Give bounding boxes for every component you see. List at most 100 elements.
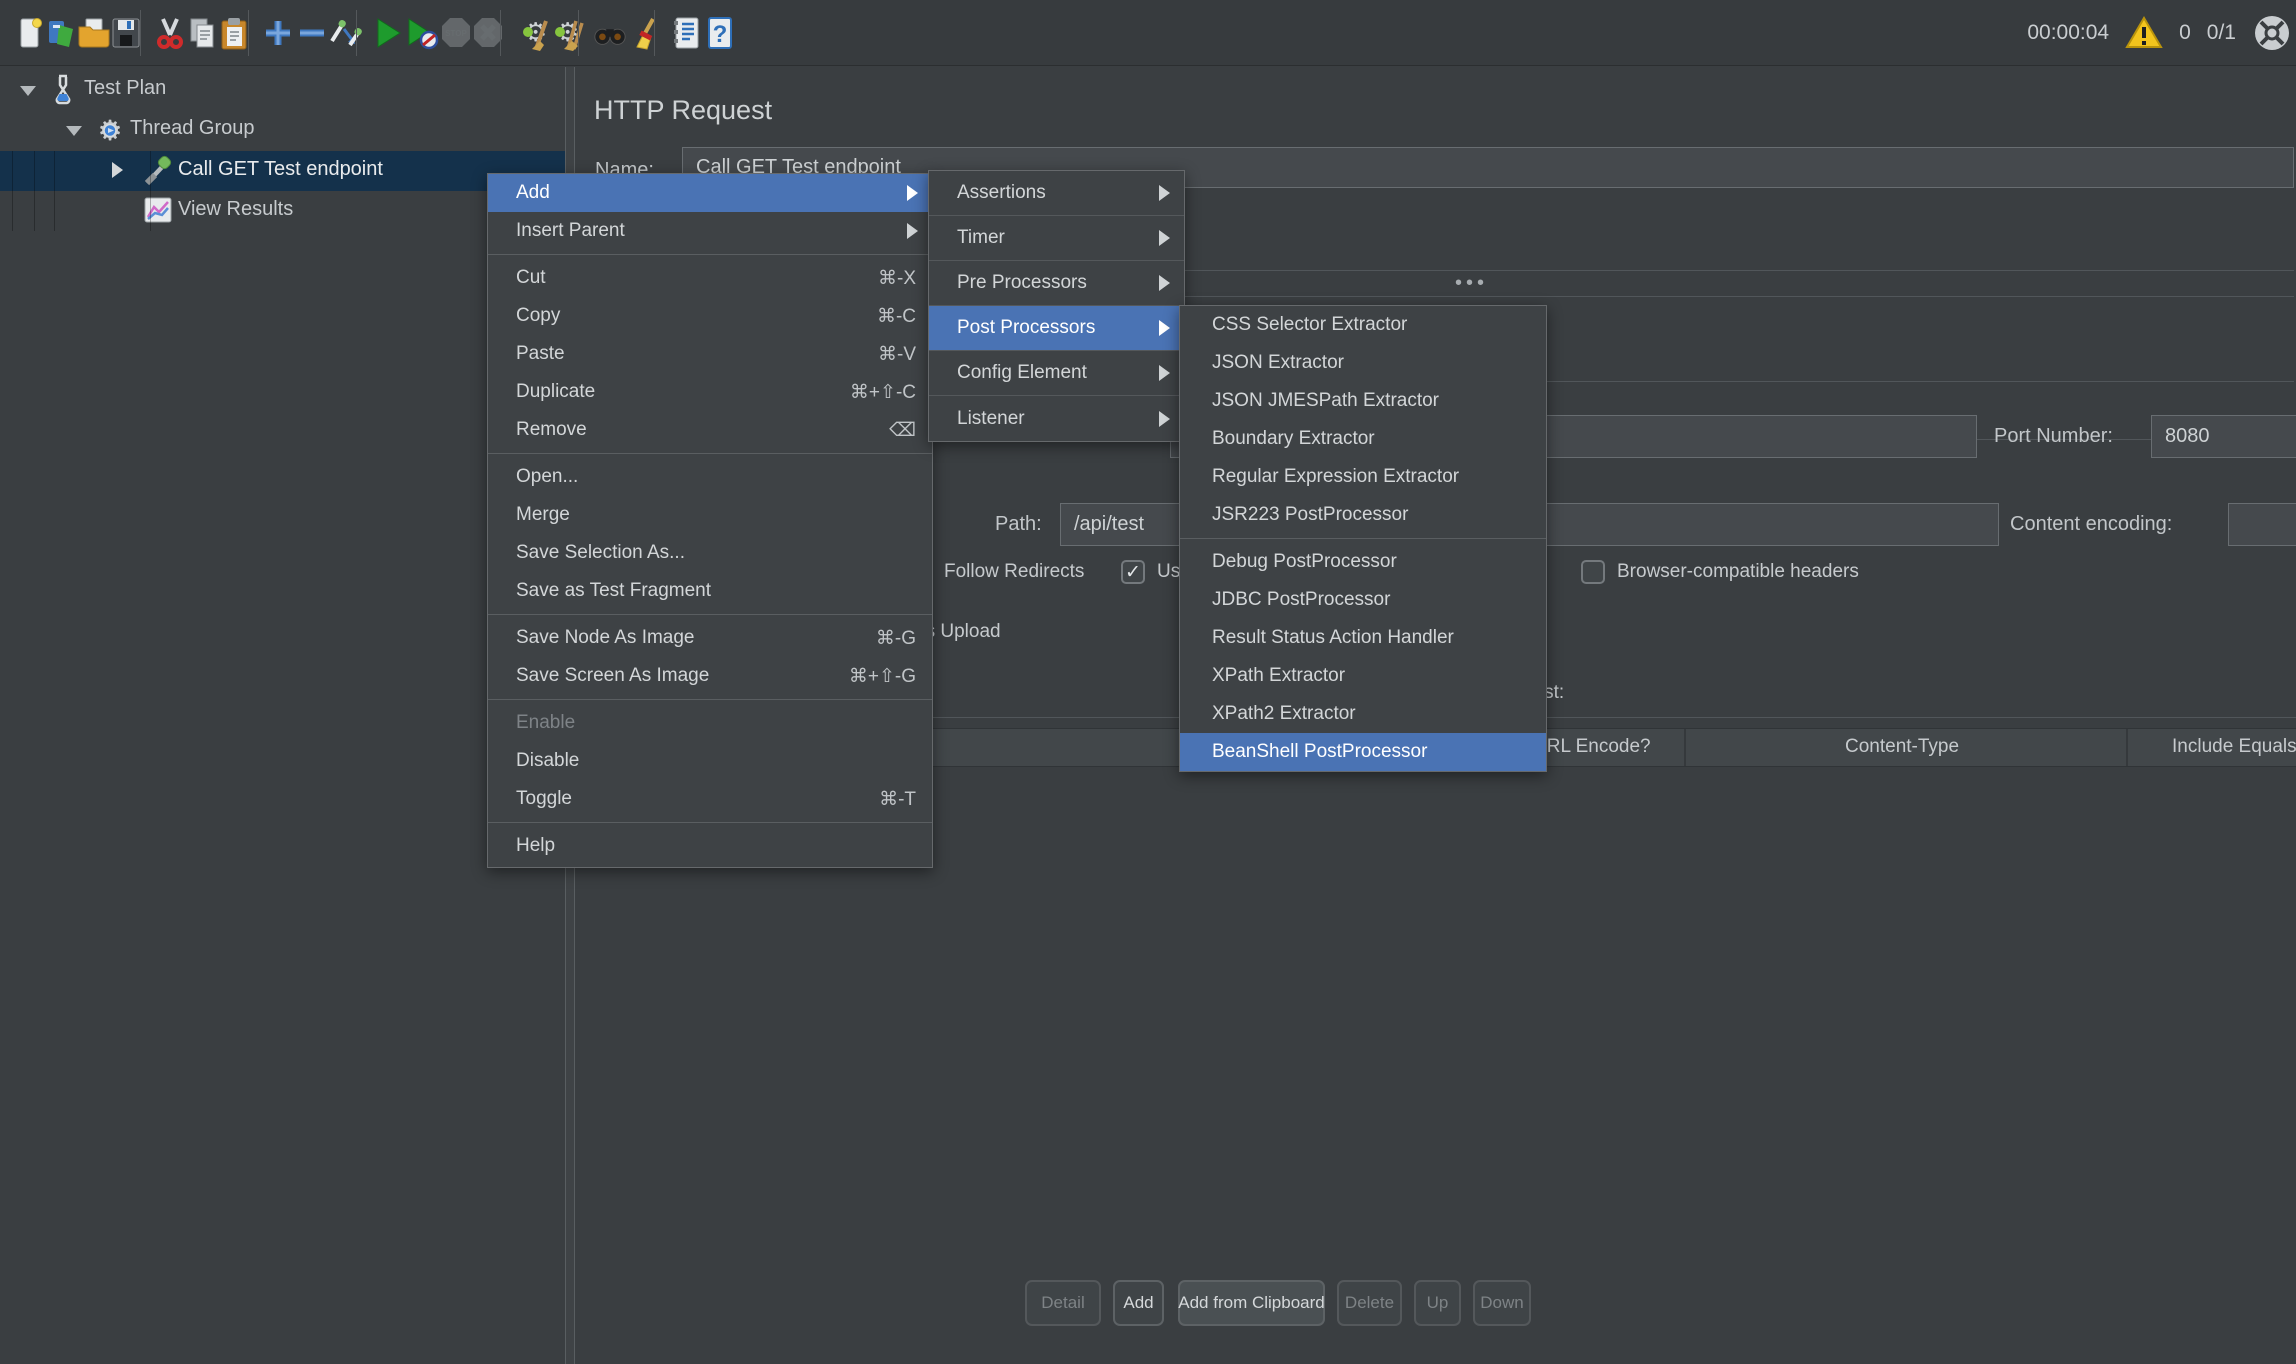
menu-item-shortcut: ⌘-C bbox=[877, 305, 916, 328]
tree-item-label: Test Plan bbox=[84, 77, 166, 100]
start-no-pauses-icon[interactable] bbox=[404, 14, 440, 52]
column-header-include-equals[interactable]: Include Equals bbox=[2172, 736, 2296, 758]
menu-item-disable[interactable]: Disable bbox=[488, 742, 932, 780]
menu-item-toggle[interactable]: Toggle⌘-T bbox=[488, 780, 932, 818]
menu-item-save-node-as-image[interactable]: Save Node As Image⌘-G bbox=[488, 619, 932, 657]
menu-item-label: Regular Expression Extractor bbox=[1212, 466, 1459, 488]
add-icon[interactable] bbox=[260, 14, 296, 52]
column-header-content-type[interactable]: Content-Type bbox=[1845, 736, 1959, 758]
checkbox-box-icon[interactable]: ✓ bbox=[1121, 560, 1145, 584]
toolbar-separator bbox=[140, 10, 141, 56]
menu-item-open[interactable]: Open... bbox=[488, 458, 932, 496]
add-submenu-item-assertions[interactable]: Assertions bbox=[929, 171, 1184, 216]
menu-item-label: BeanShell PostProcessor bbox=[1212, 741, 1427, 763]
save-icon[interactable] bbox=[108, 14, 144, 52]
tree-item-test-plan[interactable]: Test Plan bbox=[0, 70, 565, 110]
add-submenu-item-pre-processors[interactable]: Pre Processors bbox=[929, 261, 1184, 306]
checkbox-browser-compatible-headers[interactable]: Browser-compatible headers bbox=[1581, 558, 1859, 586]
post-processor-item-xpath-extractor[interactable]: XPath Extractor bbox=[1180, 657, 1546, 695]
add-from-clipboard-button[interactable]: Add from Clipboard bbox=[1178, 1280, 1325, 1326]
help-icon[interactable]: ? bbox=[702, 14, 738, 52]
search-reset-icon[interactable] bbox=[628, 14, 664, 52]
paste-icon[interactable] bbox=[216, 14, 252, 52]
subtract-icon[interactable] bbox=[294, 14, 330, 52]
post-processor-item-jdbc-postprocessor[interactable]: JDBC PostProcessor bbox=[1180, 581, 1546, 619]
path-label: Path: bbox=[995, 513, 1042, 536]
add-submenu-item-listener[interactable]: Listener bbox=[929, 396, 1184, 441]
tree-item-call-get-test-endpoint[interactable]: Call GET Test endpoint bbox=[0, 151, 565, 191]
new-file-icon[interactable] bbox=[12, 14, 48, 52]
detail-button: Detail bbox=[1025, 1280, 1101, 1326]
threads-ratio: 0/1 bbox=[2207, 21, 2236, 45]
post-processor-item-css-selector-extractor[interactable]: CSS Selector Extractor bbox=[1180, 306, 1546, 344]
start-icon[interactable] bbox=[370, 14, 406, 52]
menu-item-paste[interactable]: Paste⌘-V bbox=[488, 335, 932, 373]
column-header-url-encode[interactable]: URL Encode? bbox=[1533, 736, 1651, 758]
post-processor-item-json-extractor[interactable]: JSON Extractor bbox=[1180, 344, 1546, 382]
cut-icon[interactable] bbox=[152, 14, 188, 52]
menu-item-save-screen-as-image[interactable]: Save Screen As Image⌘+⇧-G bbox=[488, 657, 932, 695]
templates-icon[interactable] bbox=[44, 14, 80, 52]
expand-arrow-down-icon[interactable] bbox=[20, 86, 36, 96]
expand-arrow-down-icon[interactable] bbox=[66, 126, 82, 136]
menu-item-label: Remove bbox=[516, 419, 587, 441]
splitter-handle[interactable]: ••• bbox=[1455, 272, 1488, 295]
post-processor-item-json-jmespath-extractor[interactable]: JSON JMESPath Extractor bbox=[1180, 382, 1546, 420]
menu-item-save-selection-as[interactable]: Save Selection As... bbox=[488, 534, 932, 572]
submenu-arrow-icon bbox=[907, 185, 918, 201]
checkbox-box-icon[interactable] bbox=[1581, 560, 1605, 584]
menu-item-remove[interactable]: Remove⌫ bbox=[488, 411, 932, 449]
content-encoding-input[interactable] bbox=[2228, 503, 2296, 546]
menu-item-label: XPath Extractor bbox=[1212, 665, 1345, 687]
submenu-arrow-icon bbox=[1159, 230, 1170, 246]
svg-text:?: ? bbox=[713, 21, 728, 48]
post-processor-item-xpath2-extractor[interactable]: XPath2 Extractor bbox=[1180, 695, 1546, 733]
tree-indent-guide bbox=[12, 151, 13, 231]
menu-separator bbox=[488, 822, 932, 823]
tree-item-thread-group[interactable]: ⚙Thread Group bbox=[0, 110, 565, 150]
checkbox-follow-redirects[interactable]: ✓Follow Redirects bbox=[908, 558, 1084, 586]
menu-item-copy[interactable]: Copy⌘-C bbox=[488, 297, 932, 335]
menu-item-label: Enable bbox=[516, 712, 575, 734]
menu-item-label: Config Element bbox=[957, 362, 1087, 384]
add-submenu-item-timer[interactable]: Timer bbox=[929, 216, 1184, 261]
menu-item-merge[interactable]: Merge bbox=[488, 496, 932, 534]
add-button[interactable]: Add bbox=[1113, 1280, 1164, 1326]
expand-arrow-right-icon[interactable] bbox=[112, 162, 123, 178]
post-processor-item-regular-expression-extractor[interactable]: Regular Expression Extractor bbox=[1180, 458, 1546, 496]
toolbar-separator bbox=[654, 10, 655, 56]
tree-indent-guide bbox=[54, 151, 55, 231]
post-processor-item-boundary-extractor[interactable]: Boundary Extractor bbox=[1180, 420, 1546, 458]
search-icon[interactable] bbox=[592, 14, 628, 52]
menu-item-label: Duplicate bbox=[516, 381, 595, 403]
post-processor-item-debug-postprocessor[interactable]: Debug PostProcessor bbox=[1180, 543, 1546, 581]
tree-item-view-results[interactable]: View Results bbox=[0, 191, 565, 231]
sampler-icon bbox=[142, 154, 174, 188]
svg-text:STOP: STOP bbox=[445, 29, 467, 38]
post-processor-item-result-status-action-handler[interactable]: Result Status Action Handler bbox=[1180, 619, 1546, 657]
post-processor-item-jsr223-postprocessor[interactable]: JSR223 PostProcessor bbox=[1180, 496, 1546, 534]
menu-item-label: Timer bbox=[957, 227, 1005, 249]
clear-icon[interactable]: ⚙ bbox=[514, 14, 550, 52]
copy-icon[interactable] bbox=[184, 14, 220, 52]
open-file-icon[interactable] bbox=[76, 14, 112, 52]
menu-item-cut[interactable]: Cut⌘-X bbox=[488, 259, 932, 297]
toolbar-separator bbox=[578, 10, 579, 56]
warning-icon[interactable] bbox=[2125, 16, 2163, 50]
tree-item-label: Call GET Test endpoint bbox=[178, 158, 383, 181]
thread-wheel-icon[interactable] bbox=[2252, 13, 2292, 53]
port-input[interactable]: 8080 bbox=[2151, 415, 2296, 458]
add-submenu-item-post-processors[interactable]: Post Processors bbox=[929, 306, 1184, 351]
menu-item-save-as-test-fragment[interactable]: Save as Test Fragment bbox=[488, 572, 932, 610]
function-helper-icon[interactable] bbox=[668, 14, 704, 52]
menu-item-add[interactable]: Add bbox=[488, 174, 932, 212]
tree-indent-guide bbox=[150, 151, 151, 231]
menu-item-label: JSON Extractor bbox=[1212, 352, 1344, 374]
menu-item-insert-parent[interactable]: Insert Parent bbox=[488, 212, 932, 250]
menu-item-label: JDBC PostProcessor bbox=[1212, 589, 1390, 611]
menu-item-duplicate[interactable]: Duplicate⌘+⇧-C bbox=[488, 373, 932, 411]
menu-item-help[interactable]: Help bbox=[488, 827, 932, 865]
add-submenu-item-config-element[interactable]: Config Element bbox=[929, 351, 1184, 396]
post-processor-item-beanshell-postprocessor[interactable]: BeanShell PostProcessor bbox=[1180, 733, 1546, 771]
menu-item-label: Toggle bbox=[516, 788, 572, 810]
